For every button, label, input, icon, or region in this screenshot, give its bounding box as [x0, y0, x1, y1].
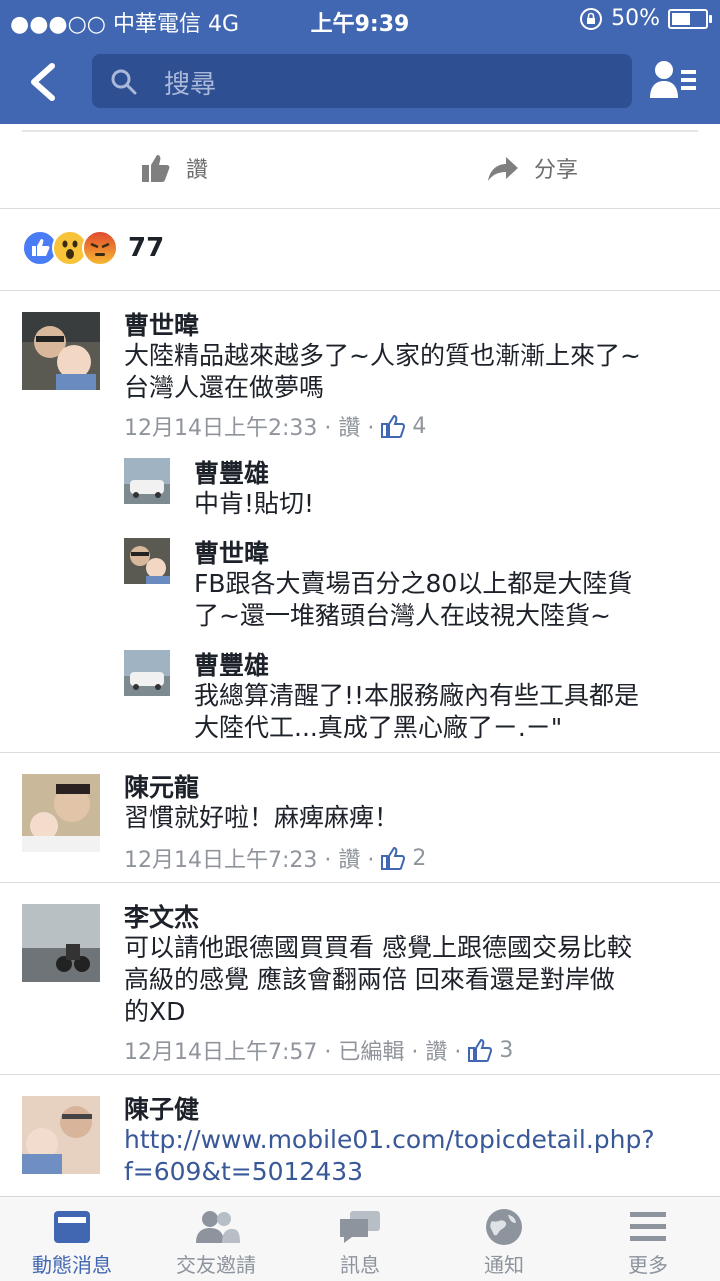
- tab-label: 更多: [628, 1253, 668, 1277]
- avatar[interactable]: [22, 774, 100, 852]
- tab-label: 通知: [484, 1253, 524, 1277]
- comment-text: 可以請他跟德國買買看 感覺上跟德國交易比較: [124, 933, 632, 962]
- comment-author[interactable]: 陳元龍: [124, 768, 199, 804]
- tab-label: 交友邀請: [176, 1253, 256, 1277]
- share-label: 分享: [534, 158, 579, 183]
- search-icon: [111, 69, 137, 95]
- divider: [0, 290, 720, 291]
- comment-timestamp[interactable]: 12月14日上午7:23 · 讚 ·: [124, 842, 374, 874]
- comment-meta: 12月14日上午7:23 · 讚 · 2: [124, 842, 426, 874]
- avatar[interactable]: [22, 312, 100, 390]
- reply-text: 大陸代工...真成了黑心廠了ㄧ.ㄧ": [194, 713, 563, 742]
- tab-friend-requests[interactable]: 交友邀請: [156, 1205, 276, 1278]
- search-input[interactable]: 搜尋: [92, 54, 632, 108]
- battery-area: 50%: [579, 6, 712, 31]
- rotation-lock-icon: [580, 7, 603, 30]
- reply-author[interactable]: 曹世暐: [194, 534, 269, 570]
- comment-link[interactable]: f=609&t=5012433: [124, 1156, 363, 1188]
- comment-link[interactable]: http://www.mobile01.com/topicdetail.php?: [124, 1124, 655, 1156]
- nav-bar: 搜尋: [0, 40, 720, 124]
- share-arrow-icon: [488, 157, 518, 181]
- tab-label: 訊息: [340, 1253, 380, 1277]
- comment-meta: 12月14日上午7:57 · 已編輯 · 讚 · 3: [124, 1034, 513, 1066]
- like-button[interactable]: 讚: [140, 152, 208, 184]
- tab-more[interactable]: 更多: [588, 1205, 708, 1278]
- avatar[interactable]: [22, 1096, 100, 1174]
- reply-author[interactable]: 曹豐雄: [194, 646, 269, 682]
- friend-requests-icon: [196, 1211, 240, 1243]
- thumbs-up-icon: [142, 155, 170, 182]
- like-count: 4: [412, 413, 427, 439]
- divider: [0, 752, 720, 753]
- status-bar: ●●●○○ 中華電信 4G 上午9:39 50%: [0, 0, 720, 40]
- like-count-icon: [381, 414, 406, 438]
- tab-messages[interactable]: 訊息: [300, 1205, 420, 1278]
- comment-timestamp[interactable]: 12月14日上午2:33 · 讚 ·: [124, 410, 374, 442]
- news-feed-icon: [54, 1211, 90, 1243]
- like-count: 3: [499, 1037, 514, 1063]
- reactions-summary[interactable]: 77: [22, 230, 164, 266]
- like-label: 讚: [186, 158, 209, 183]
- like-count-icon: [381, 846, 406, 870]
- friends-list-icon[interactable]: [648, 58, 698, 102]
- search-placeholder: 搜尋: [164, 70, 217, 100]
- post-actions: 讚 分享: [0, 132, 720, 208]
- comment-text: 的XD: [124, 997, 186, 1026]
- reply-text: 中肯!貼切!: [194, 489, 315, 518]
- comment-text: 台灣人還在做夢嗎: [124, 373, 325, 402]
- comment-text: 大陸精品越來越多了~人家的質也漸漸上來了~: [124, 341, 641, 370]
- avatar[interactable]: [124, 458, 170, 504]
- more-menu-icon: [630, 1212, 666, 1241]
- reply-text: 了~還一堆豬頭台灣人在歧視大陸貨~: [194, 601, 611, 630]
- angry-icon: [82, 230, 118, 266]
- messages-icon: [340, 1211, 380, 1243]
- reply-text: FB跟各大賣場百分之80以上都是大陸貨: [194, 569, 633, 598]
- divider: [0, 1074, 720, 1075]
- share-button[interactable]: 分享: [486, 152, 578, 184]
- comment-author[interactable]: 曹世暐: [124, 306, 199, 342]
- reaction-count[interactable]: 77: [128, 233, 164, 263]
- avatar[interactable]: [124, 650, 170, 696]
- comment-meta: 12月14日上午2:33 · 讚 · 4: [124, 410, 426, 442]
- comment-text: 高級的感覺 應該會翻兩倍 回來看還是對岸做: [124, 965, 615, 994]
- battery-percent: 50%: [611, 6, 660, 31]
- reply-author[interactable]: 曹豐雄: [194, 454, 269, 490]
- tab-notifications[interactable]: 通知: [444, 1205, 564, 1278]
- tab-news-feed[interactable]: 動態消息: [12, 1205, 132, 1278]
- divider: [0, 882, 720, 883]
- battery-icon: [668, 8, 712, 29]
- avatar[interactable]: [22, 904, 100, 982]
- comment-author[interactable]: 李文杰: [124, 898, 199, 934]
- divider: [0, 208, 720, 209]
- like-count: 2: [412, 845, 427, 871]
- comment-text: 習慣就好啦！麻痺麻痺！: [124, 803, 400, 832]
- back-arrow-icon[interactable]: [24, 60, 64, 104]
- reply-text: 我總算清醒了!!本服務廠內有些工具都是: [194, 681, 640, 710]
- bottom-tab-bar: 動態消息 交友邀請 訊息 通知 更多: [0, 1196, 720, 1281]
- comment-timestamp[interactable]: 12月14日上午7:57 · 已編輯 · 讚 ·: [124, 1034, 461, 1066]
- tab-label: 動態消息: [32, 1253, 112, 1277]
- comment-author[interactable]: 陳子健: [124, 1090, 199, 1126]
- like-count-icon: [468, 1038, 493, 1062]
- notifications-globe-icon: [486, 1209, 522, 1245]
- avatar[interactable]: [124, 538, 170, 584]
